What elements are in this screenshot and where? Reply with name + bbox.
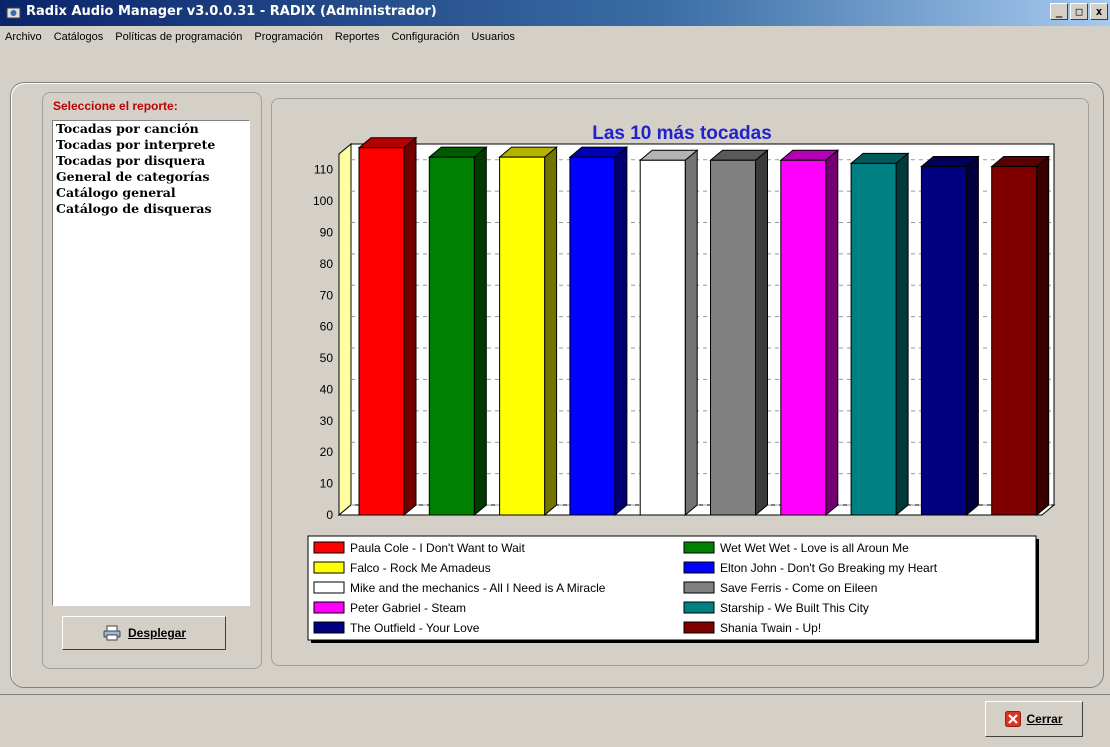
legend-swatch bbox=[683, 581, 715, 594]
y-tick-label: 10 bbox=[320, 477, 334, 491]
window-titlebar: Radix Audio Manager v3.0.0.31 - RADIX (A… bbox=[0, 0, 1110, 26]
report-item[interactable]: Tocadas por disquera bbox=[53, 153, 249, 169]
legend-swatch bbox=[683, 601, 715, 614]
bar-side bbox=[755, 149, 768, 517]
legend-label: Wet Wet Wet - Love is all Aroun Me bbox=[720, 541, 909, 555]
report-item[interactable]: Tocadas por canción bbox=[53, 121, 249, 137]
bar bbox=[428, 156, 475, 516]
chart-title: Las 10 más tocadas bbox=[592, 123, 772, 144]
legend-label: Starship - We Built This City bbox=[720, 601, 869, 615]
y-tick-label: 20 bbox=[320, 445, 334, 459]
legend-swatch bbox=[313, 541, 345, 554]
chart-left-wall bbox=[338, 142, 352, 517]
y-tick-label: 40 bbox=[320, 382, 334, 396]
deploy-label: Desplegar bbox=[127, 626, 187, 640]
menu-reportes[interactable]: Reportes bbox=[330, 31, 387, 43]
chart: Las 10 más tocadas 0 10 20 30 40 50 60 70 80 90 10… bbox=[307, 123, 1056, 643]
bar-side bbox=[403, 136, 417, 517]
y-tick-label: 60 bbox=[320, 320, 334, 334]
y-tick-label: 0 bbox=[326, 508, 333, 522]
menu-programacion[interactable]: Programación bbox=[249, 31, 329, 43]
legend-label: Falco - Rock Me Amadeus bbox=[350, 561, 491, 575]
y-tick-label: 110 bbox=[314, 163, 333, 177]
printer-icon bbox=[103, 625, 121, 641]
close-button[interactable]: Cerrar bbox=[985, 701, 1083, 737]
legend-label: Mike and the mechanics - All I Need is A… bbox=[350, 581, 606, 595]
legend-label: Save Ferris - Come on Eileen bbox=[720, 581, 877, 595]
legend-swatch bbox=[683, 541, 715, 554]
y-tick-label: 100 bbox=[313, 194, 333, 208]
legend-swatch bbox=[313, 621, 345, 634]
maximize-button[interactable]: □ bbox=[1070, 3, 1088, 20]
legend-swatch bbox=[313, 581, 345, 594]
report-item[interactable]: Catálogo general bbox=[53, 185, 249, 201]
legend-label: Peter Gabriel - Steam bbox=[350, 601, 466, 615]
bar-side bbox=[684, 149, 698, 517]
legend-swatch bbox=[683, 561, 715, 574]
bar bbox=[850, 162, 897, 516]
bar bbox=[710, 159, 756, 516]
legend-label: Shania Twain - Up! bbox=[720, 621, 821, 635]
y-tick-label: 50 bbox=[320, 351, 334, 365]
legend-swatch bbox=[313, 601, 345, 614]
bar bbox=[920, 166, 967, 516]
close-x-icon bbox=[1005, 711, 1022, 727]
bar-side bbox=[544, 146, 558, 517]
report-list[interactable]: Tocadas por canción Tocadas por interpre… bbox=[52, 120, 250, 606]
legend-swatch bbox=[683, 621, 715, 634]
report-item[interactable]: Catálogo de disqueras bbox=[53, 201, 249, 217]
bar bbox=[569, 156, 616, 516]
bar-side bbox=[1036, 155, 1050, 517]
menu-configuracion[interactable]: Configuración bbox=[387, 31, 467, 43]
close-window-button[interactable]: x bbox=[1090, 3, 1108, 20]
bar-side bbox=[965, 155, 979, 517]
minimize-button[interactable]: _ bbox=[1050, 3, 1068, 20]
report-item[interactable]: Tocadas por interprete bbox=[53, 137, 249, 153]
report-item[interactable]: General de categorías bbox=[53, 169, 249, 185]
y-tick-label: 90 bbox=[320, 225, 334, 239]
window-title: Radix Audio Manager v3.0.0.31 - RADIX (A… bbox=[26, 4, 437, 19]
legend-label: The Outfield - Your Love bbox=[350, 621, 480, 635]
menu-archivo[interactable]: Archivo bbox=[0, 31, 49, 43]
bar-side bbox=[614, 146, 628, 517]
bar-side bbox=[895, 152, 909, 517]
menu-usuarios[interactable]: Usuarios bbox=[466, 31, 521, 43]
bar bbox=[991, 166, 1038, 516]
legend-label: Paula Cole - I Don't Want to Wait bbox=[350, 541, 525, 555]
footer-separator bbox=[0, 694, 1110, 695]
y-tick-label: 30 bbox=[320, 414, 334, 428]
bar bbox=[358, 147, 405, 516]
report-selector-label: Seleccione el reporte: bbox=[50, 99, 181, 113]
menu-bar: Archivo Catálogos Políticas de programac… bbox=[0, 27, 1110, 47]
bar bbox=[639, 159, 686, 516]
legend-swatch bbox=[313, 561, 345, 574]
y-tick-label: 70 bbox=[320, 288, 334, 302]
legend-label: Elton John - Don't Go Breaking my Heart bbox=[720, 561, 938, 575]
close-label: Cerrar bbox=[1026, 712, 1063, 726]
bar bbox=[780, 159, 827, 516]
menu-catalogos[interactable]: Catálogos bbox=[49, 31, 111, 43]
y-tick-label: 80 bbox=[320, 257, 334, 271]
app-icon bbox=[6, 7, 21, 19]
bar bbox=[499, 156, 546, 516]
bar-side bbox=[825, 149, 839, 517]
deploy-button[interactable]: Desplegar bbox=[62, 616, 226, 650]
bar-side bbox=[473, 146, 487, 517]
menu-politicas[interactable]: Políticas de programación bbox=[110, 31, 249, 43]
